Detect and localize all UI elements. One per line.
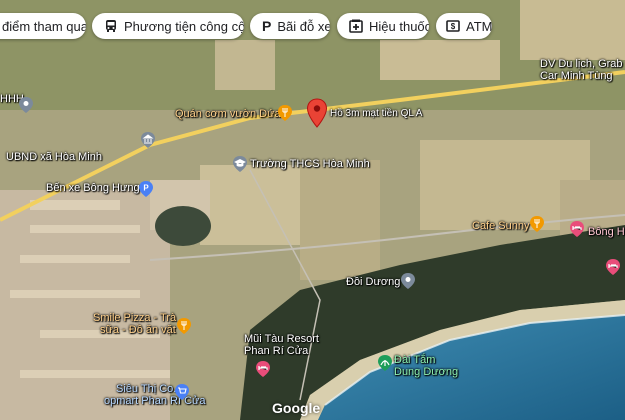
bus-icon bbox=[104, 18, 118, 34]
beach-pin-icon[interactable] bbox=[376, 354, 394, 372]
label-car-minh-tung[interactable]: Car Minh Tùng bbox=[540, 70, 613, 82]
label-truong-thcs[interactable]: Trường THCS Hòa Minh bbox=[250, 158, 370, 170]
atm-icon: $ bbox=[446, 18, 460, 34]
parking-pin-icon[interactable]: P bbox=[137, 180, 155, 198]
filter-chip-bar: điểm tham quan Phương tiện công cộ... P … bbox=[0, 13, 625, 41]
chip-transit-label: Phương tiện công cộ... bbox=[124, 18, 244, 34]
government-pin-icon[interactable] bbox=[139, 131, 157, 149]
label-dai-tam-line1[interactable]: Đài Tắm bbox=[394, 354, 435, 366]
chip-parking-label: Bãi đỗ xe bbox=[277, 18, 330, 34]
hotel-pin-icon[interactable] bbox=[568, 220, 586, 238]
dropped-pin-icon[interactable] bbox=[306, 98, 328, 128]
chip-pharmacy-label: Hiệu thuốc bbox=[369, 18, 429, 34]
pharmacy-icon bbox=[349, 18, 363, 34]
label-bong-he[interactable]: Bông Hé bbox=[588, 226, 625, 238]
place-pin-icon[interactable] bbox=[17, 96, 35, 114]
label-mui-tau-line2[interactable]: Phan Rí Cửa bbox=[244, 345, 308, 357]
cafe-pin-icon[interactable] bbox=[528, 215, 546, 233]
google-logo: Google bbox=[272, 400, 321, 416]
label-sieu-thi-line1[interactable]: Siêu Thị Co. bbox=[116, 383, 176, 395]
chip-attractions-label: điểm tham quan bbox=[2, 18, 86, 34]
label-dv-du-lich[interactable]: DV Du lịch, Grab bbox=[540, 58, 623, 70]
chip-parking[interactable]: P Bãi đỗ xe bbox=[250, 13, 330, 39]
svg-text:P: P bbox=[143, 184, 149, 193]
label-doi-duong[interactable]: Đồi Dương bbox=[346, 276, 400, 288]
school-pin-icon[interactable] bbox=[231, 155, 249, 173]
label-smile-pizza-line2[interactable]: sữa - Đồ ăn vặt bbox=[100, 324, 176, 336]
shopping-pin-icon[interactable] bbox=[173, 383, 191, 401]
satellite-map[interactable]: điểm tham quan Phương tiện công cộ... P … bbox=[0, 0, 625, 420]
label-ben-xe[interactable]: Bến xe Bông Hưng bbox=[46, 182, 140, 194]
chip-transit[interactable]: Phương tiện công cộ... bbox=[92, 13, 244, 39]
label-dropped-pin-address: Hồ 3m mạt tiền QL A bbox=[330, 108, 423, 119]
label-cafe-sunny[interactable]: Cafe Sunny bbox=[472, 220, 529, 232]
chip-atm-label: ATM bbox=[466, 18, 492, 34]
landmark-pin-icon[interactable] bbox=[399, 272, 417, 290]
label-quan-com[interactable]: Quán cơm vườn Dứa bbox=[175, 108, 281, 120]
pizza-pin-icon[interactable] bbox=[175, 317, 193, 335]
chip-atm[interactable]: $ ATM bbox=[436, 13, 492, 39]
label-dai-tam-line2[interactable]: Dung Dương bbox=[394, 366, 458, 378]
restaurant-pin-icon[interactable] bbox=[276, 104, 294, 122]
hotel-pin-icon-2[interactable] bbox=[604, 258, 622, 276]
chip-pharmacy[interactable]: Hiệu thuốc bbox=[337, 13, 429, 39]
parking-icon: P bbox=[262, 18, 272, 34]
svg-text:$: $ bbox=[451, 22, 456, 31]
label-mui-tau-line1[interactable]: Mũi Tàu Resort bbox=[244, 333, 319, 345]
resort-pin-icon[interactable] bbox=[254, 360, 272, 378]
chip-attractions[interactable]: điểm tham quan bbox=[0, 13, 86, 39]
label-smile-pizza-line1[interactable]: Smile Pizza - Trà bbox=[93, 312, 176, 324]
satellite-imagery bbox=[0, 0, 625, 420]
label-ubnd[interactable]: UBND xã Hòa Minh bbox=[6, 151, 102, 163]
